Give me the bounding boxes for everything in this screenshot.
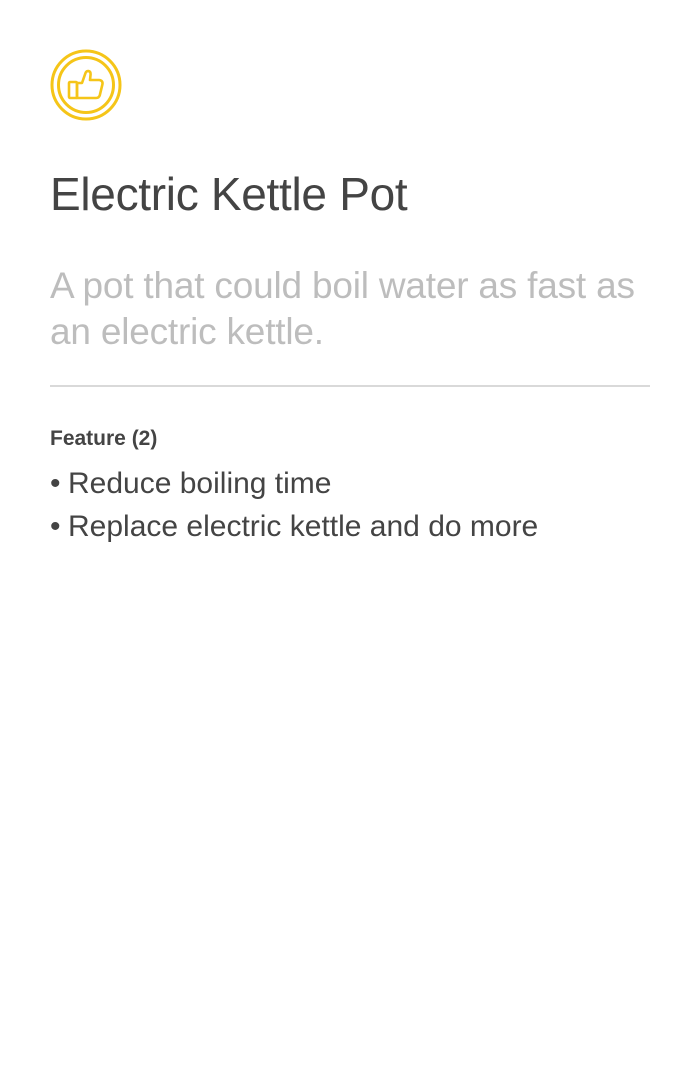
divider	[50, 385, 650, 387]
card-title: Electric Kettle Pot	[50, 168, 408, 220]
feature-item-label: Reduce boiling time	[68, 467, 332, 500]
feature-item-label: Replace electric kettle and do more	[68, 510, 539, 543]
feature-item: • Reduce boiling time	[50, 462, 650, 505]
thumbs-up-icon	[50, 49, 122, 121]
feature-list: • Reduce boiling time • Replace electric k…	[50, 462, 650, 548]
bullet-icon: •	[50, 510, 61, 543]
feature-item: • Replace electric kettle and do more	[50, 505, 650, 548]
card-description: A pot that could boil water as fast as a…	[50, 265, 635, 352]
bullet-icon: •	[50, 467, 61, 500]
features-heading: Feature (2)	[50, 427, 158, 450]
